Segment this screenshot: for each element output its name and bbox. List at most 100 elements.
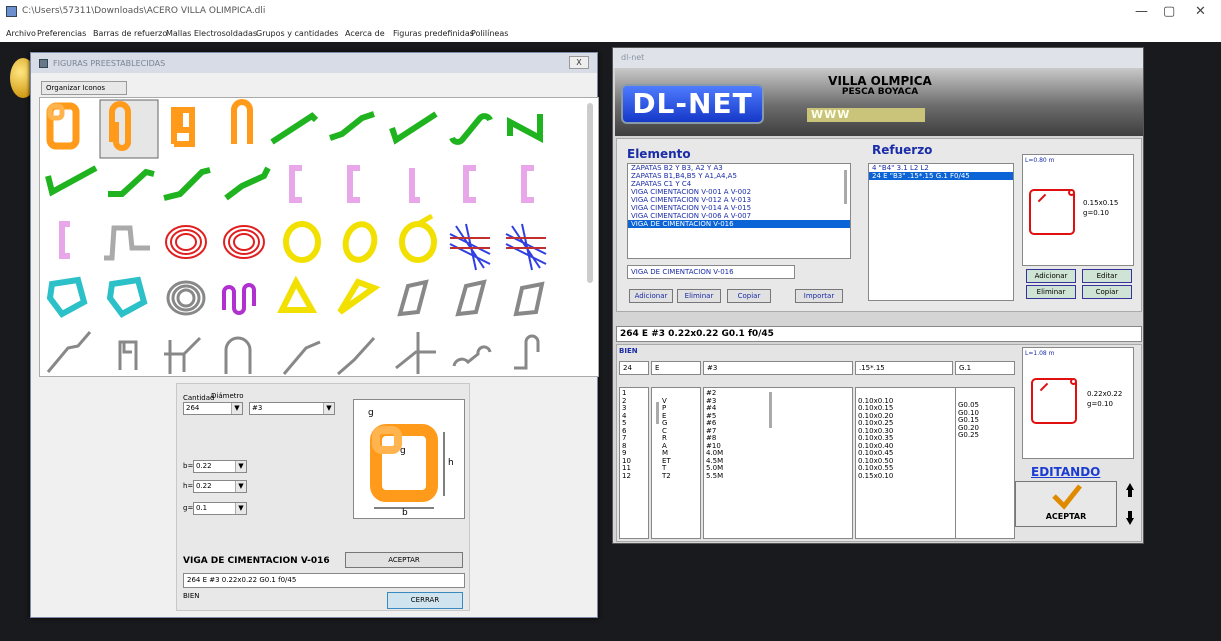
list-scrollbar[interactable] xyxy=(844,170,847,204)
bar-u-icon[interactable] xyxy=(507,114,543,143)
bar-s-icon[interactable] xyxy=(449,113,493,145)
bar-hook-both-icon[interactable] xyxy=(45,165,98,197)
c-single-icon[interactable] xyxy=(59,221,70,259)
maximize-button[interactable]: ▢ xyxy=(1163,4,1175,19)
zigzag-icon[interactable] xyxy=(222,283,256,315)
bar-straight-hook-icon[interactable] xyxy=(270,112,319,145)
list-scrollbar[interactable] xyxy=(769,392,772,428)
triangle-icon[interactable] xyxy=(277,275,318,313)
stirrup-open-icon[interactable] xyxy=(231,99,253,144)
menu-acerca[interactable]: Acerca de xyxy=(345,29,385,38)
menu-polilineas[interactable]: Polilíneas xyxy=(471,29,508,38)
elemento-list[interactable]: ZAPATAS B2 Y B3, A2 Y A3 ZAPATAS B1,B4,B… xyxy=(627,163,851,259)
refuerzo-eliminar-button[interactable]: Eliminar xyxy=(1026,285,1076,299)
elemento-copiar-button[interactable]: Copiar xyxy=(727,289,771,303)
refuerzo-copiar-button[interactable]: Copiar xyxy=(1082,285,1132,299)
list-item[interactable]: ZAPATAS C1 Y C4 xyxy=(628,180,850,188)
bar-step-icon[interactable] xyxy=(104,225,150,261)
cantidad-select[interactable]: 264 ▼ xyxy=(183,402,243,415)
list-item[interactable]: VIGA CIMENTACION V-012 A V-013 xyxy=(628,196,850,204)
bar-hook-gray-icon[interactable] xyxy=(514,334,540,370)
stirrup-double-icon[interactable] xyxy=(171,107,195,147)
field-tipo[interactable]: E xyxy=(651,361,701,375)
list-scrollbar[interactable] xyxy=(656,402,659,424)
menu-figuras[interactable]: Figuras predefinidas xyxy=(393,29,474,38)
bar-diag-icon[interactable] xyxy=(46,331,92,373)
bar-bent-icon[interactable] xyxy=(224,166,271,201)
summary-field[interactable]: 264 E #3 0.22x0.22 G0.1 f0/45 xyxy=(183,573,465,588)
field-diametro[interactable]: #3 xyxy=(703,361,853,375)
arch-icon[interactable] xyxy=(224,336,252,374)
list-item-selected[interactable]: VIGA DE CIMENTACION V-016 xyxy=(628,220,850,228)
pentagon-stirrup-icon[interactable] xyxy=(46,276,88,318)
parallelogram-icon[interactable] xyxy=(397,279,429,317)
h-select[interactable]: 0.22 ▼ xyxy=(193,480,247,493)
tipo-list[interactable]: V P E G C R A M ET T T2 xyxy=(651,387,701,539)
minimize-button[interactable]: — xyxy=(1135,4,1148,19)
elemento-importar-button[interactable]: Importar xyxy=(795,289,843,303)
mesh2-icon[interactable] xyxy=(505,223,547,271)
list-item[interactable]: VIGA CIMENTACION V-014 A V-015 xyxy=(628,204,850,212)
num-list[interactable]: 1 2 3 4 5 6 7 8 9 10 11 12 xyxy=(619,387,649,539)
diametro-select[interactable]: #3 ▼ xyxy=(249,402,335,415)
icon-grid-scrollbar[interactable] xyxy=(587,103,593,283)
list-item[interactable]: ZAPATAS B1,B4,B5 Y A1,A4,A5 xyxy=(628,172,850,180)
parallelogram2-icon[interactable] xyxy=(455,279,487,317)
refuerzo-adicionar-button[interactable]: Adicionar xyxy=(1026,269,1076,283)
field-gancho[interactable]: G.1 xyxy=(955,361,1015,375)
aceptar-button[interactable]: ACEPTAR xyxy=(345,552,463,568)
bar-offset2-icon[interactable] xyxy=(163,167,211,201)
c-hook2-icon[interactable] xyxy=(347,165,360,203)
g-select[interactable]: 0.1 ▼ xyxy=(193,502,247,515)
hoop2-icon[interactable] xyxy=(342,221,378,263)
editor-aceptar-button[interactable]: ACEPTAR xyxy=(1015,481,1117,527)
spin-buttons[interactable] xyxy=(1125,481,1135,527)
menu-barras[interactable]: Barras de refuerzo xyxy=(93,29,167,38)
parallelogram3-icon[interactable] xyxy=(513,281,545,317)
stirrup-gray-icon[interactable] xyxy=(118,340,138,370)
organizar-iconos-tab[interactable]: Organizar Iconos xyxy=(41,81,127,95)
field-cantidad[interactable]: 24 xyxy=(619,361,649,375)
triangle2-icon[interactable] xyxy=(337,278,381,315)
bar-l-icon[interactable] xyxy=(389,111,438,145)
menu-preferencias[interactable]: Preferencias xyxy=(37,29,86,38)
elemento-input[interactable]: VIGA DE CIMENTACION V-016 xyxy=(627,265,795,279)
bar-wave-icon[interactable] xyxy=(452,345,492,367)
bar-cross-icon[interactable] xyxy=(164,336,202,374)
cerrar-button[interactable]: CERRAR xyxy=(387,592,463,609)
field-dimensiones[interactable]: .15*.15 xyxy=(855,361,953,375)
bar-crank-icon[interactable] xyxy=(108,168,155,197)
bar-cross2-icon[interactable] xyxy=(395,332,436,374)
c-hook-icon[interactable] xyxy=(289,165,302,203)
menu-grupos[interactable]: Grupos y cantidades xyxy=(256,29,338,38)
figuras-close-button[interactable]: X xyxy=(569,56,589,69)
list-item[interactable]: VIGA CIMENTACION V-001 A V-002 xyxy=(628,188,850,196)
list-item-selected[interactable]: 24 E "B3" .15*.15 G.1 F0/45 xyxy=(869,172,1013,180)
menu-mallas[interactable]: Mallas Electrosoldadas xyxy=(166,29,257,38)
stirrup-icon[interactable] xyxy=(46,102,80,150)
c-hook3-icon[interactable] xyxy=(409,168,420,203)
elemento-eliminar-button[interactable]: Eliminar xyxy=(677,289,721,303)
mesh-icon[interactable] xyxy=(449,223,491,271)
diametro-list[interactable]: #2 #3 #4 #5 #6 #7 #8 #10 4.0M 4.5M 5.0M … xyxy=(703,387,853,539)
list-item[interactable]: 4 "B4" 3.1 L2 L2 xyxy=(869,164,1013,172)
menu-archivo[interactable]: Archivo xyxy=(6,29,36,38)
spiral2-icon[interactable] xyxy=(223,225,265,259)
list-item[interactable]: ZAPATAS B2 Y B3, A2 Y A3 xyxy=(628,164,850,172)
hoop3-icon[interactable] xyxy=(399,213,437,263)
gancho-list[interactable]: G0.05 G0.10 G0.15 G0.20 G0.25 xyxy=(955,387,1015,539)
refuerzo-list[interactable]: 4 "B4" 3.1 L2 L2 24 E "B3" .15*.15 G.1 F… xyxy=(868,163,1014,301)
refuerzo-editar-button[interactable]: Editar xyxy=(1082,269,1132,283)
refuerzo-summary-field[interactable]: 264 E #3 0.22x0.22 G0.1 f0/45 xyxy=(616,326,1142,342)
coil-icon[interactable] xyxy=(166,280,206,316)
bar-diag3-icon[interactable] xyxy=(337,336,376,376)
b-select[interactable]: 0.22 ▼ xyxy=(193,460,247,473)
hoop-icon[interactable] xyxy=(283,221,321,263)
close-button[interactable]: ✕ xyxy=(1195,4,1206,19)
c-hook5-icon[interactable] xyxy=(521,165,534,203)
spiral-icon[interactable] xyxy=(165,225,207,259)
elemento-adicionar-button[interactable]: Adicionar xyxy=(629,289,673,303)
bar-offset-icon[interactable] xyxy=(329,111,375,141)
bar-diag2-icon[interactable] xyxy=(282,340,321,375)
list-item[interactable]: VIGA CIMENTACION V-006 A V-007 xyxy=(628,212,850,220)
